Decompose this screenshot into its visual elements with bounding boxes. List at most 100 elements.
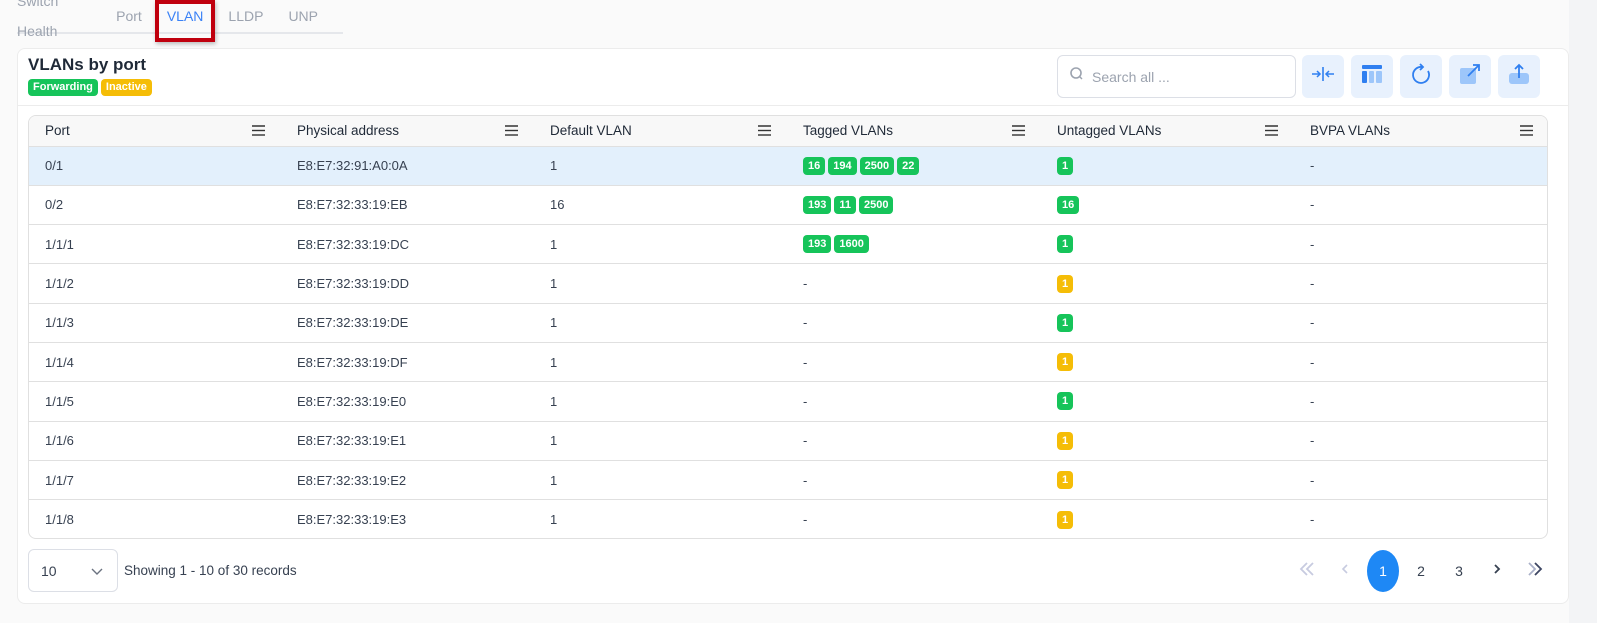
physical-address-cell: E8:E7:32:33:19:EB [281,185,534,226]
physical-address-cell: E8:E7:32:33:19:E3 [297,512,407,528]
status-legend: Forwarding Inactive [28,79,152,96]
port-cell: 1/1/1 [29,224,281,265]
port-cell: 0/1 [29,146,281,186]
untagged-vlans-cell: 1 [1041,342,1294,383]
bvpa-vlans-cell: - [1294,224,1547,265]
tagged-vlan-chip: 194 [828,156,857,175]
next-page-button[interactable] [1478,549,1516,592]
bvpa-vlans-cell: - [1294,460,1547,501]
column-header-port[interactable]: Port [29,116,281,147]
port-cell: 0/2 [29,185,281,226]
column-header-physical-address[interactable]: Physical address [281,116,534,147]
untagged-vlans-cell: 1 [1041,303,1294,343]
tab-unp[interactable]: UNP [288,1,318,31]
refresh-button[interactable] [1400,55,1442,98]
card-header: VLANs by port Forwarding Inactive [18,49,1568,106]
table-row[interactable]: 1/1/6 E8:E7:32:33:19:E1 1-1- [29,421,1547,461]
tagged-vlan-chip: 193 [803,195,832,214]
pagination: 1 2 3 [1288,549,1554,592]
table-row[interactable]: 1/1/5 E8:E7:32:33:19:E0 1-1- [29,381,1547,422]
bvpa-vlans-cell: - [1294,185,1547,226]
column-header-label: BVPA VLANs [1310,123,1391,139]
chevron-right-icon [1493,562,1501,579]
prev-page-button[interactable] [1326,549,1364,592]
column-header-default-vlan[interactable]: Default VLAN [534,116,787,147]
physical-address-cell: E8:E7:32:33:19:E2 [281,460,534,501]
default-vlan-cell: 16 [534,185,787,226]
untagged-vlan-chip: 1 [1057,235,1074,254]
tagged-vlans-cell: - [787,263,1041,304]
table-row[interactable]: 1/1/2 E8:E7:32:33:19:DD 1-1- [29,263,1547,304]
port-cell: 1/1/4 [29,342,281,383]
tagged-vlans-cell: - [803,512,808,528]
physical-address-cell: E8:E7:32:33:19:DC [281,224,534,265]
column-header-untagged-vlans[interactable]: Untagged VLANs [1041,116,1294,147]
tab-switch-health[interactable]: Switch Health [17,0,91,46]
table-row[interactable]: 1/1/7 E8:E7:32:33:19:E2 1-1- [29,460,1547,501]
collapse-columns-button[interactable] [1302,55,1344,98]
chevron-down-icon [91,563,103,579]
tab-vlan[interactable]: VLAN [154,0,215,42]
untagged-vlans-cell: 1 [1041,224,1294,265]
column-menu-icon[interactable] [1520,124,1533,139]
table-row[interactable]: 0/1 E8:E7:32:91:A0:0A 1 16 194 2500 22 1- [29,146,1547,186]
tagged-vlan-chip: 22 [897,156,920,175]
untagged-vlans-cell: 1 [1041,146,1294,186]
bvpa-vlans-cell: - [1294,303,1547,343]
tagged-vlan-chip: 193 [803,235,832,254]
bvpa-vlans-cell: - [1294,146,1547,186]
table-header-row: Port Physical address Default VLAN Tagged V… [29,116,1547,147]
first-page-button[interactable] [1288,549,1326,592]
bvpa-vlans-cell: - [1294,342,1547,383]
column-menu-icon[interactable] [252,124,265,139]
bvpa-vlans-cell: - [1294,421,1547,461]
default-vlan-cell: 1 [534,303,787,343]
table-row[interactable]: 1/1/3 E8:E7:32:33:19:DE 1-1- [29,303,1547,343]
records-summary: Showing 1 - 10 of 30 records [124,563,297,578]
untagged-vlan-chip: 1 [1057,274,1074,293]
column-menu-icon[interactable] [758,124,771,139]
table-row[interactable]: 0/2 E8:E7:32:33:19:EB 16 193 11 2500 16- [29,185,1547,226]
default-vlan-cell: 1 [534,146,787,186]
table-row[interactable]: 1/1/1 E8:E7:32:33:19:DC 1 193 1600 1- [29,224,1547,265]
tagged-vlans-cell: - [787,421,1041,461]
tagged-vlans-cell: 16 194 2500 22 [787,146,1041,186]
column-layout-button[interactable] [1351,55,1393,98]
bvpa-vlans-cell: - [1294,263,1547,304]
page-2-button[interactable]: 2 [1402,549,1440,592]
chevron-left-icon [1341,562,1349,579]
search-box[interactable] [1057,55,1296,98]
table-row[interactable]: 1/1/4 E8:E7:32:33:19:DF 1-1- [29,342,1547,383]
port-cell: 1/1/3 [29,303,281,343]
default-vlan-cell: 1 [534,421,787,461]
column-menu-icon[interactable] [1012,124,1025,139]
column-menu-icon[interactable] [1265,124,1278,139]
untagged-vlan-chip: 1 [1057,431,1074,450]
bvpa-vlans-cell: - [1294,381,1547,422]
untagged-vlan-chip: 1 [1057,510,1074,529]
table-row[interactable]: 1/1/8 E8:E7:32:33:19:E3 1 - 1 - [29,500,1547,538]
column-header-tagged-vlans[interactable]: Tagged VLANs [787,116,1041,147]
legend-inactive-badge: Inactive [100,79,152,96]
page-3-button[interactable]: 3 [1440,549,1478,592]
untagged-vlans-cell: 1 [1041,460,1294,501]
export-button[interactable] [1498,55,1540,98]
tagged-vlans-cell: - [787,460,1041,501]
physical-address-cell: E8:E7:32:33:19:DF [281,342,534,383]
page-size-select[interactable]: 10 [28,549,118,592]
tab-port[interactable]: Port [116,1,142,31]
physical-address-cell: E8:E7:32:33:19:DE [281,303,534,343]
tab-lldp[interactable]: LLDP [228,1,263,31]
search-input[interactable] [1090,67,1280,86]
untagged-vlans-cell: 16 [1041,185,1294,226]
last-page-button[interactable] [1516,549,1554,592]
vlans-card: VLANs by port Forwarding Inactive Search… [17,48,1569,604]
double-chevron-left-icon [1299,562,1315,579]
column-menu-icon[interactable] [505,124,518,139]
page-1-button[interactable]: 1 [1367,549,1399,592]
port-cell: 1/1/5 [29,381,281,422]
page-scrollbar[interactable] [1569,0,1597,623]
column-header-bvpa-vlans[interactable]: BVPA VLANs [1294,116,1547,147]
column-header-label: Physical address [297,123,400,139]
open-external-button[interactable] [1449,55,1491,98]
